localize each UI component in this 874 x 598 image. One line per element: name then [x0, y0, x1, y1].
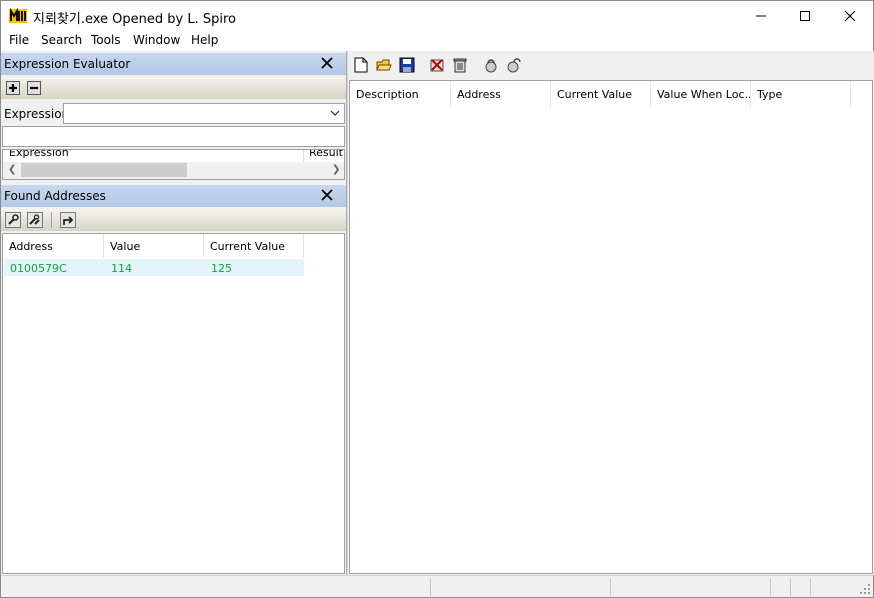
menu-bar: File Search Tools Window Help	[1, 31, 873, 51]
title-bar: 지뢰찾기.exe Opened by L. Spiro	[1, 1, 873, 31]
column-header-address[interactable]: Address	[451, 81, 551, 108]
expression-horizontal-scrollbar[interactable]: ❮ ❯	[3, 162, 344, 179]
clear-button[interactable]	[451, 56, 469, 74]
minimize-button[interactable]	[738, 1, 784, 31]
row-value: 114	[111, 262, 132, 275]
expression-column-header[interactable]: Expression	[9, 150, 69, 159]
column-header-description[interactable]: Description	[350, 81, 451, 108]
open-folder-icon	[376, 59, 392, 71]
app-icon	[9, 7, 27, 23]
toolbar-separator	[51, 212, 52, 228]
table-row[interactable]: 0100579C 114 125	[4, 259, 304, 276]
resize-grip-icon[interactable]	[859, 583, 871, 595]
found-addresses-toolbar	[1, 209, 346, 231]
window-title: 지뢰찾기.exe Opened by L. Spiro	[33, 12, 236, 27]
close-button[interactable]	[827, 1, 873, 31]
save-disk-icon	[399, 57, 415, 73]
lock-icon	[485, 59, 497, 73]
column-header-value-when-locked[interactable]: Value When Loc...	[651, 81, 751, 108]
result-column-header[interactable]: Result	[309, 150, 343, 159]
expression-evaluator-close-icon[interactable]	[320, 56, 334, 70]
status-bar	[1, 575, 873, 597]
lock-all-button[interactable]	[26, 211, 44, 229]
new-button[interactable]	[352, 56, 370, 74]
column-header-current-value[interactable]: Current Value	[204, 234, 304, 258]
delete-icon	[430, 59, 444, 72]
expression-list[interactable]: Expression Result ❮ ❯	[2, 149, 345, 180]
expression-result-input[interactable]	[2, 126, 345, 147]
unlock-button[interactable]	[505, 56, 523, 74]
new-file-icon	[354, 57, 368, 73]
wrench-icon	[5, 212, 21, 228]
delete-button[interactable]	[428, 56, 446, 74]
close-icon	[844, 10, 856, 22]
scroll-right-icon[interactable]: ❯	[332, 164, 340, 175]
maximize-button[interactable]	[782, 1, 828, 31]
export-arrow-icon	[60, 212, 76, 228]
found-addresses-close-icon[interactable]	[320, 188, 334, 202]
column-header-type[interactable]: Type	[751, 81, 851, 108]
maximize-icon	[800, 11, 810, 21]
column-header-address[interactable]: Address	[3, 234, 104, 258]
add-expression-button[interactable]	[4, 79, 22, 97]
status-separator	[430, 578, 431, 596]
status-separator	[770, 578, 771, 596]
scroll-left-icon[interactable]: ❮	[8, 164, 16, 175]
chevron-down-icon	[330, 110, 340, 116]
remove-expression-button[interactable]	[25, 79, 43, 97]
main-toolbar	[348, 51, 874, 79]
found-addresses-list[interactable]: Address Value Current Value 0100579C 114…	[2, 233, 345, 574]
column-header-value[interactable]: Value	[104, 234, 204, 258]
menu-window[interactable]: Window	[133, 33, 180, 47]
tools-icon	[27, 212, 43, 228]
column-separator	[303, 150, 304, 162]
found-addresses-title: Found Addresses	[4, 189, 106, 203]
save-button[interactable]	[398, 56, 416, 74]
open-button[interactable]	[375, 56, 393, 74]
plus-icon	[6, 81, 20, 95]
status-separator	[610, 578, 611, 596]
menu-search[interactable]: Search	[41, 33, 82, 47]
menu-tools[interactable]: Tools	[91, 33, 121, 47]
minimize-icon	[756, 15, 766, 17]
row-address: 0100579C	[10, 262, 67, 275]
main-address-list[interactable]: Description Address Current Value Value …	[349, 80, 873, 574]
row-current-value: 125	[211, 262, 232, 275]
column-header-current-value[interactable]: Current Value	[551, 81, 651, 108]
status-separator	[790, 578, 791, 596]
menu-file[interactable]: File	[9, 33, 29, 47]
right-pane: Description Address Current Value Value …	[348, 51, 874, 575]
scrollbar-thumb[interactable]	[21, 163, 187, 177]
main-window: 지뢰찾기.exe Opened by L. Spiro File Search …	[0, 0, 874, 598]
status-separator	[810, 578, 811, 596]
expression-evaluator-title: Expression Evaluator	[4, 57, 131, 71]
expression-toolbar	[1, 77, 346, 99]
lock-address-button[interactable]	[4, 211, 22, 229]
expression-evaluator-header: Expression Evaluator	[1, 53, 346, 75]
menu-help[interactable]: Help	[191, 33, 218, 47]
lock-button[interactable]	[482, 56, 500, 74]
found-addresses-header: Found Addresses	[1, 185, 346, 207]
minus-icon	[27, 81, 41, 95]
trash-icon	[453, 58, 467, 73]
expression-combo[interactable]	[63, 103, 345, 124]
send-to-main-button[interactable]	[59, 211, 77, 229]
unlock-icon	[507, 58, 521, 73]
